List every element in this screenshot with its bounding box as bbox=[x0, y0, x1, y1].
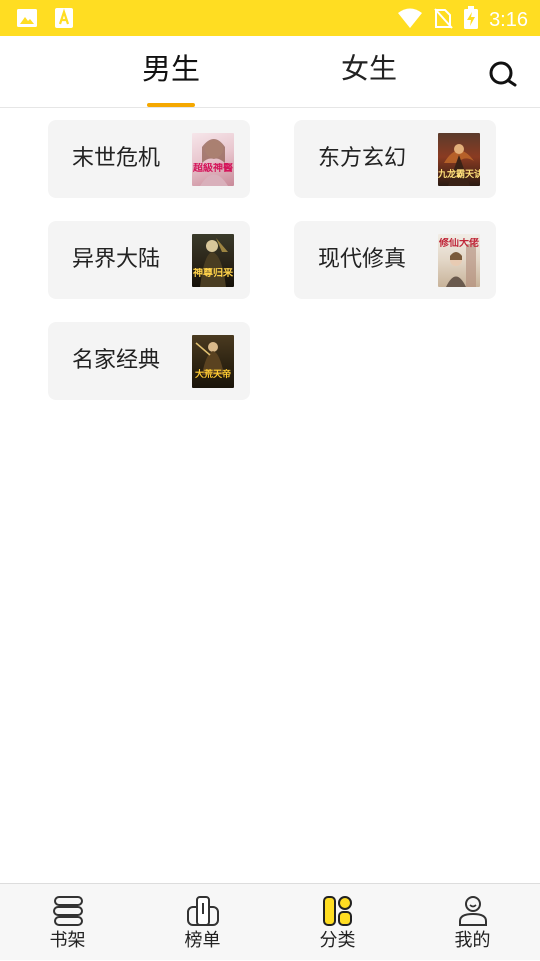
cover-title: 大荒天帝 bbox=[194, 370, 231, 380]
book-cover: 大荒天帝 bbox=[192, 335, 234, 388]
tab-male[interactable]: 男生 bbox=[131, 50, 211, 107]
nav-label-category: 分类 bbox=[319, 930, 356, 951]
no-sim-icon bbox=[433, 7, 453, 33]
tab-female[interactable]: 女生 bbox=[329, 50, 409, 106]
cover-title: 修仙大佬 bbox=[439, 238, 479, 249]
category-label: 名家经典 bbox=[72, 348, 161, 373]
book-cover: 九龙霸天诀 bbox=[438, 133, 480, 186]
book-cover: 神尊归来 bbox=[192, 234, 234, 287]
gallery-icon bbox=[16, 7, 38, 33]
cover-title: 神尊归来 bbox=[193, 268, 233, 279]
category-label: 末世危机 bbox=[72, 146, 161, 171]
category-card-apocalypse[interactable]: 末世危机 超級神醫 bbox=[48, 120, 250, 198]
font-app-icon bbox=[54, 7, 74, 33]
cover-title: 九龙霸天诀 bbox=[438, 170, 480, 180]
bottom-nav: 书架 榜单 分类 我的 bbox=[0, 883, 540, 960]
nav-item-profile[interactable]: 我的 bbox=[405, 884, 540, 961]
category-icon bbox=[320, 894, 356, 928]
category-label: 现代修真 bbox=[318, 247, 407, 272]
status-bar: 3:16 bbox=[0, 0, 540, 36]
category-label: 异界大陆 bbox=[72, 247, 161, 272]
cover-title: 超級神醫 bbox=[193, 163, 233, 174]
nav-label-profile: 我的 bbox=[454, 930, 491, 951]
category-card-eastern-fantasy[interactable]: 东方玄幻 九龙霸天诀 bbox=[294, 120, 496, 198]
nav-item-ranking[interactable]: 榜单 bbox=[135, 884, 270, 961]
search-button[interactable] bbox=[484, 54, 524, 94]
category-card-modern-cultivation[interactable]: 现代修真 修仙大佬 bbox=[294, 221, 496, 299]
category-label: 东方玄幻 bbox=[318, 146, 407, 171]
nav-item-category[interactable]: 分类 bbox=[270, 884, 405, 961]
status-bar-system: 3:16 bbox=[397, 6, 528, 34]
book-cover: 修仙大佬 bbox=[438, 234, 480, 287]
ranking-icon bbox=[185, 894, 221, 928]
status-bar-notifications bbox=[16, 7, 74, 33]
battery-charging-icon bbox=[463, 6, 479, 34]
profile-icon bbox=[455, 894, 491, 928]
nav-label-ranking: 榜单 bbox=[184, 930, 221, 951]
nav-label-bookshelf: 书架 bbox=[49, 930, 86, 951]
tab-male-label: 男生 bbox=[141, 52, 200, 86]
wifi-icon bbox=[397, 7, 423, 33]
tab-active-indicator bbox=[147, 103, 195, 107]
nav-item-bookshelf[interactable]: 书架 bbox=[0, 884, 135, 961]
search-icon bbox=[484, 61, 524, 98]
book-cover: 超級神醫 bbox=[192, 133, 234, 186]
status-time: 3:16 bbox=[489, 9, 528, 31]
tab-female-label: 女生 bbox=[340, 52, 397, 85]
category-card-other-world[interactable]: 异界大陆 神尊归来 bbox=[48, 221, 250, 299]
category-card-classics[interactable]: 名家经典 大荒天帝 bbox=[48, 322, 250, 400]
bookshelf-icon bbox=[50, 894, 86, 928]
top-tab-bar: 男生 女生 bbox=[0, 36, 540, 108]
